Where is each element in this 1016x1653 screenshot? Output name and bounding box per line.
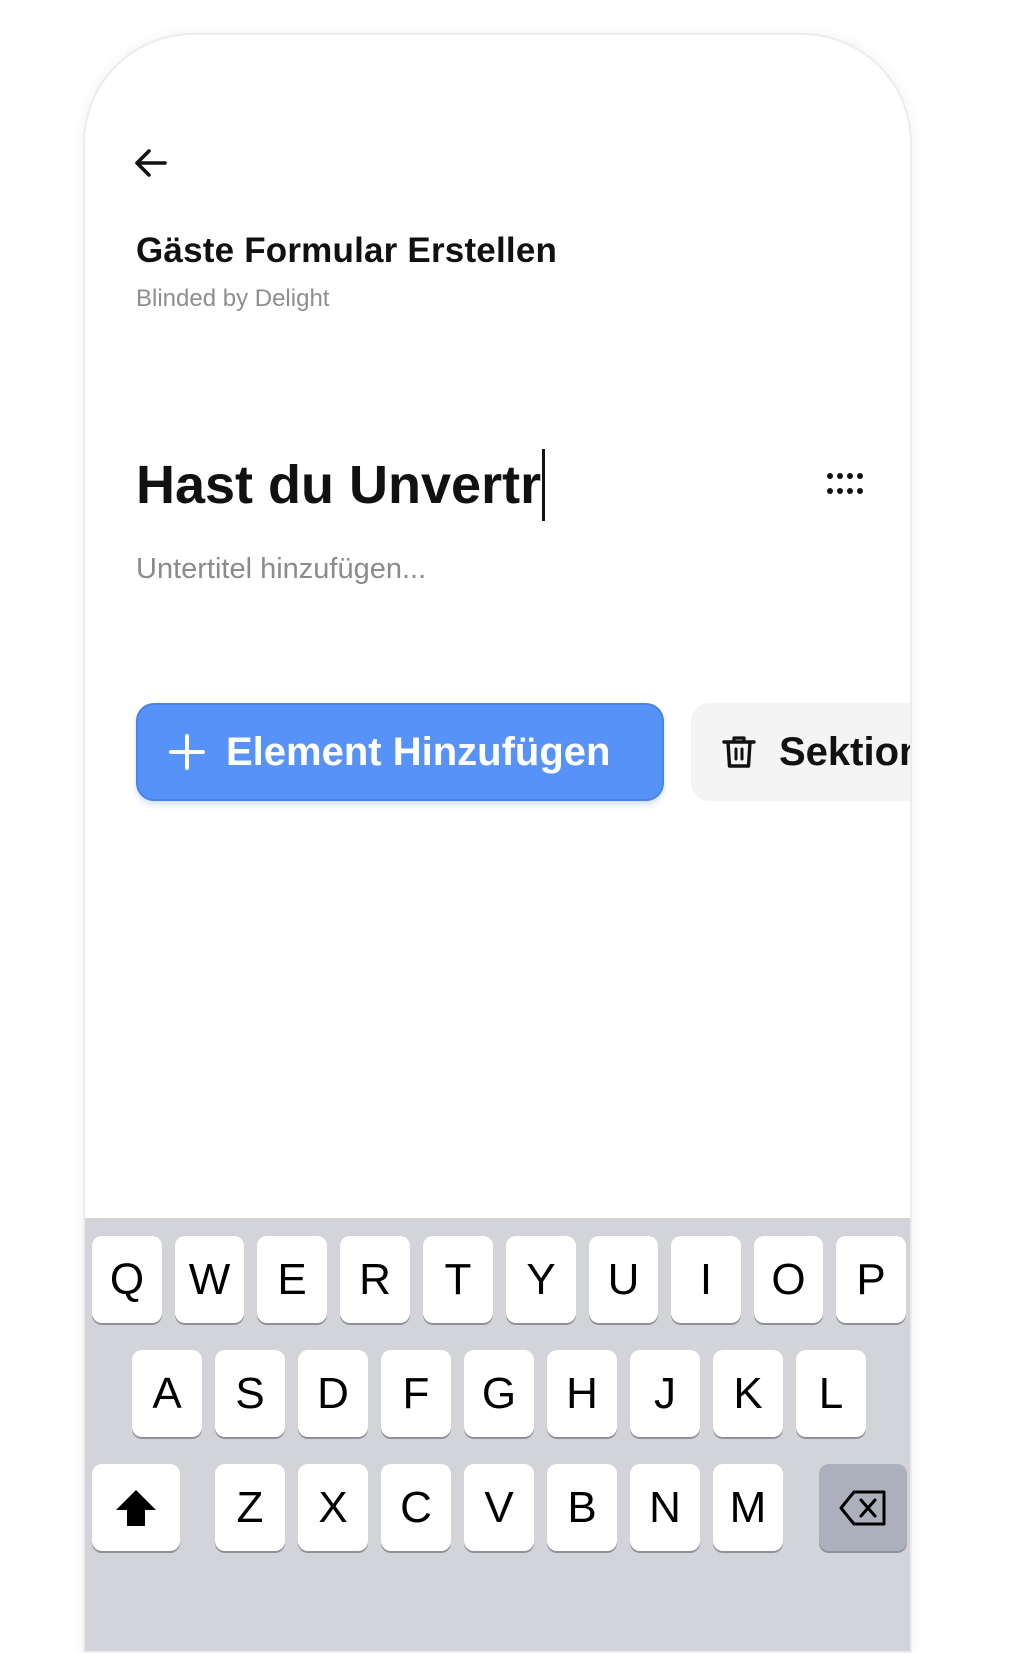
key-m[interactable]: M	[713, 1464, 783, 1551]
key-k[interactable]: K	[713, 1350, 783, 1437]
delete-section-label: Sektion	[779, 729, 912, 774]
key-p[interactable]: P	[836, 1236, 906, 1323]
key-y[interactable]: Y	[506, 1236, 576, 1323]
key-x[interactable]: X	[298, 1464, 368, 1551]
shift-key[interactable]	[92, 1464, 180, 1551]
key-n[interactable]: N	[630, 1464, 700, 1551]
page-subtitle: Blinded by Delight	[136, 285, 330, 312]
key-a[interactable]: A	[132, 1350, 202, 1437]
drag-handle[interactable]	[821, 461, 867, 507]
key-g[interactable]: G	[464, 1350, 534, 1437]
text-caret	[542, 449, 546, 521]
add-element-button[interactable]: Element Hinzufügen	[136, 703, 664, 801]
subtitle-input[interactable]: Untertitel hinzufügen...	[136, 553, 426, 586]
key-c[interactable]: C	[381, 1464, 451, 1551]
key-h[interactable]: H	[547, 1350, 617, 1437]
back-button[interactable]	[129, 141, 173, 185]
key-t[interactable]: T	[423, 1236, 493, 1323]
key-o[interactable]: O	[754, 1236, 823, 1323]
delete-section-button[interactable]: Sektion	[691, 703, 912, 801]
section-title-input[interactable]: Hast du Unvertr	[136, 445, 546, 525]
key-r[interactable]: R	[340, 1236, 410, 1323]
key-s[interactable]: S	[215, 1350, 285, 1437]
key-z[interactable]: Z	[215, 1464, 285, 1551]
key-e[interactable]: E	[257, 1236, 327, 1323]
key-w[interactable]: W	[175, 1236, 244, 1323]
key-j[interactable]: J	[630, 1350, 700, 1437]
key-u[interactable]: U	[589, 1236, 658, 1323]
key-f[interactable]: F	[381, 1350, 451, 1437]
add-element-label: Element Hinzufügen	[226, 729, 611, 774]
shift-arrow-icon	[116, 1489, 156, 1526]
key-v[interactable]: V	[464, 1464, 534, 1551]
onscreen-keyboard: Q W E R T Y U I O P A S D F G H J K L Z …	[85, 1218, 910, 1651]
phone-frame: Gäste Formular Erstellen Blinded by Deli…	[83, 33, 912, 1653]
backspace-key[interactable]	[819, 1464, 907, 1551]
key-i[interactable]: I	[671, 1236, 741, 1323]
drag-handle-icon	[827, 473, 863, 494]
key-b[interactable]: B	[547, 1464, 617, 1551]
trash-icon	[722, 736, 756, 768]
key-q[interactable]: Q	[92, 1236, 162, 1323]
section-title-text: Hast du Unvertr	[136, 455, 542, 515]
key-l[interactable]: L	[796, 1350, 866, 1437]
plus-icon	[169, 734, 205, 770]
backspace-icon	[839, 1490, 886, 1525]
key-d[interactable]: D	[298, 1350, 368, 1437]
page-title: Gäste Formular Erstellen	[136, 231, 558, 270]
arrow-left-icon	[135, 149, 167, 177]
